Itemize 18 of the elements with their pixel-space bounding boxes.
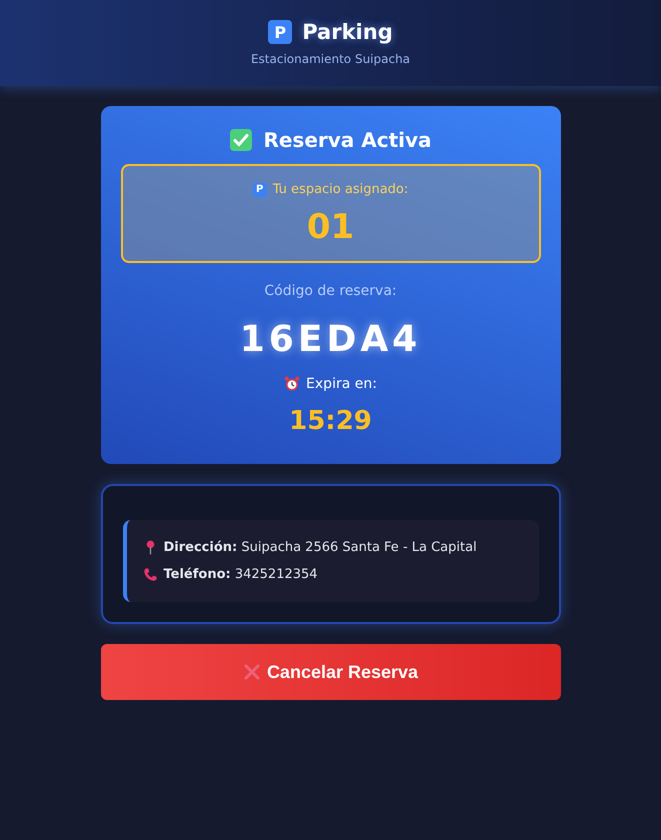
expires-label: Expira en: <box>306 376 377 392</box>
alarm-clock-icon <box>284 376 300 392</box>
phone-icon <box>142 567 158 582</box>
card-title: Reserva Activa <box>263 128 432 152</box>
parking-sign-icon: P <box>268 20 292 44</box>
parking-sign-icon: P <box>252 182 267 196</box>
cancel-button[interactable]: Cancelar Reserva <box>100 644 560 700</box>
spot-number: 01 <box>306 207 354 247</box>
app-subtitle: Estacionamiento Suipacha <box>250 52 410 66</box>
expiry-time: 15:29 <box>289 406 372 436</box>
checkmark-icon <box>229 128 254 152</box>
cross-icon <box>242 663 261 681</box>
spot-label: Tu espacio asignado: <box>272 182 408 197</box>
reservation-code: 16EDA4 <box>240 319 422 360</box>
info-text: Teléfono: 3425212354 <box>164 567 318 582</box>
code-label: Código de reserva: <box>264 283 397 299</box>
app-title: Parking <box>302 20 393 44</box>
info-text: Dirección: Suipacha 2566 Santa Fe - La Capital <box>164 540 477 555</box>
